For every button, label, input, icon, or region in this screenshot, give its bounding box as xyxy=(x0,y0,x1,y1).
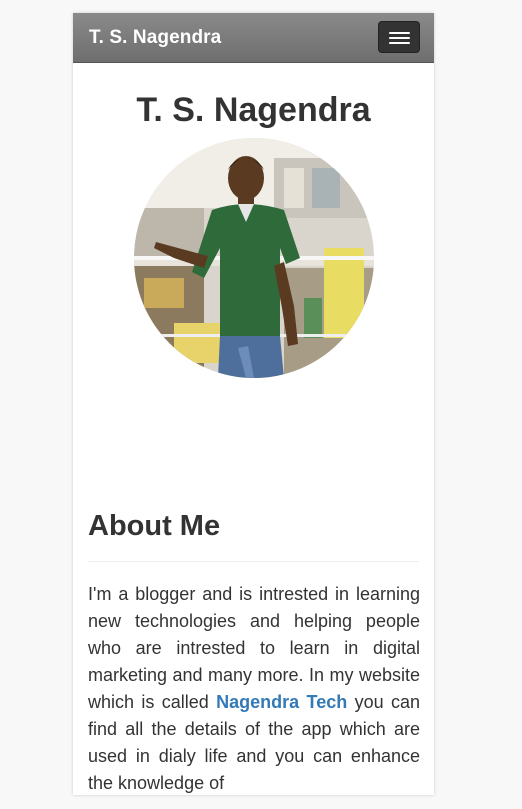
hamburger-menu-icon-bar xyxy=(389,37,410,39)
nagendra-tech-link[interactable]: Nagendra Tech xyxy=(216,692,347,712)
navbar-brand[interactable]: T. S. Nagendra xyxy=(89,27,221,49)
section-divider xyxy=(88,561,419,562)
about-heading: About Me xyxy=(88,510,221,542)
profile-photo xyxy=(134,138,374,378)
about-paragraph: I'm a blogger and is intrested in learni… xyxy=(88,581,420,795)
page-title: T. S. Nagendra xyxy=(136,91,371,129)
hamburger-menu-icon-bar xyxy=(389,42,410,44)
hamburger-menu-icon xyxy=(389,32,410,34)
page-frame: T. S. Nagendra T. S. Nagendra About Me I… xyxy=(73,13,434,795)
menu-toggle-button[interactable] xyxy=(378,21,420,53)
navbar: T. S. Nagendra xyxy=(73,13,434,63)
